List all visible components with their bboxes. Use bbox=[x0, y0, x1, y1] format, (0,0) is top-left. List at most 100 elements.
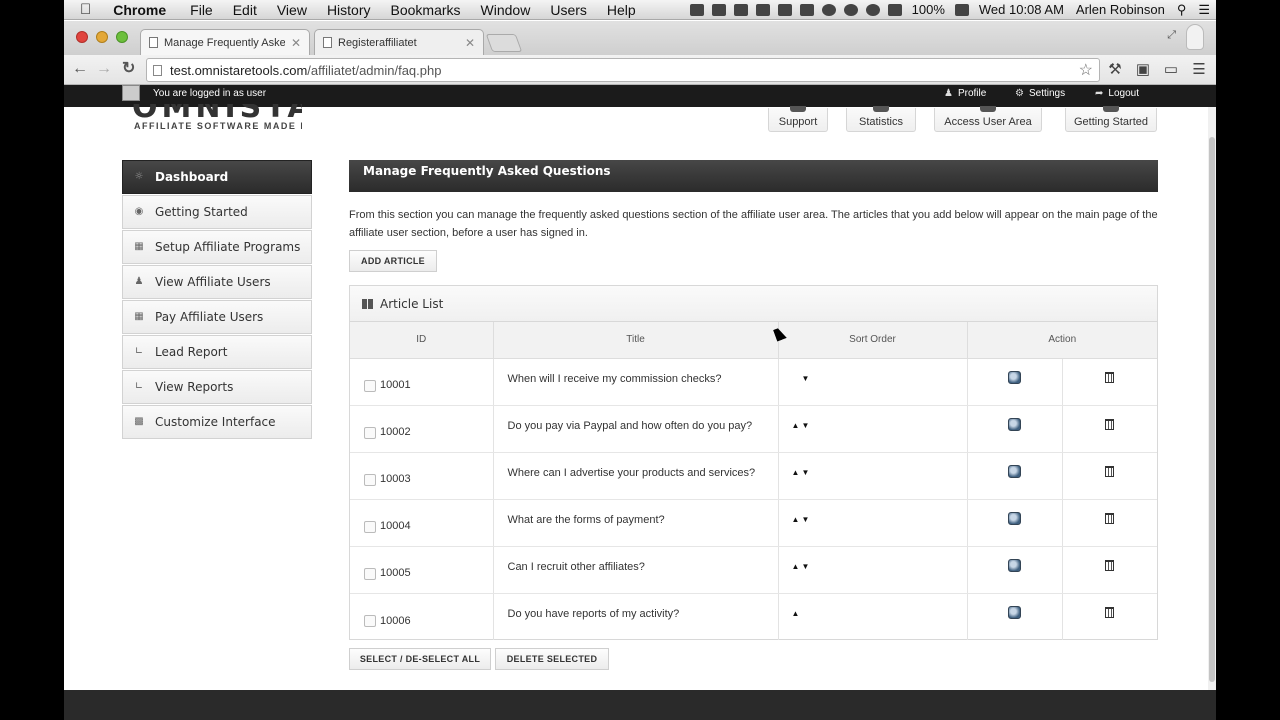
bookmark-star-icon[interactable]: ☆ bbox=[1079, 60, 1093, 80]
edit-icon[interactable] bbox=[1008, 464, 1021, 478]
move-up-icon[interactable]: ▲ bbox=[792, 515, 802, 524]
column-header-sort-order[interactable]: Sort Order bbox=[778, 322, 968, 359]
time-machine-icon[interactable] bbox=[821, 3, 836, 16]
settings-link[interactable]: ⚙ Settings bbox=[1015, 88, 1065, 99]
sync-icon[interactable] bbox=[799, 3, 814, 16]
profile-link[interactable]: ♟ Profile bbox=[944, 88, 986, 99]
move-down-icon[interactable]: ▼ bbox=[802, 374, 812, 383]
move-up-icon[interactable]: ▲ bbox=[792, 468, 802, 477]
apple-menu-icon[interactable]:  bbox=[64, 0, 103, 20]
trash-icon[interactable] bbox=[1105, 606, 1115, 618]
move-down-icon[interactable]: ▼ bbox=[802, 421, 812, 430]
address-bar[interactable]: test.omnistaretools.com/affiliatet/admin… bbox=[146, 58, 1100, 82]
wrench-icon[interactable]: ⚒ bbox=[1106, 61, 1124, 79]
sidebar-item-dashboard[interactable]: ☼ Dashboard bbox=[122, 160, 312, 194]
trash-icon[interactable] bbox=[1105, 512, 1115, 524]
sidebar-item-lead-report[interactable]: ∟ Lead Report bbox=[122, 335, 312, 369]
row-checkbox[interactable] bbox=[364, 614, 376, 627]
edit-icon[interactable] bbox=[1008, 558, 1021, 572]
window-zoom-button[interactable] bbox=[116, 31, 128, 43]
menu-app-name[interactable]: Chrome bbox=[103, 0, 180, 20]
move-up-icon[interactable]: ▲ bbox=[792, 562, 802, 571]
select-deselect-all-button[interactable]: SELECT / DE-SELECT ALL bbox=[349, 648, 491, 670]
menu-bookmarks[interactable]: Bookmarks bbox=[381, 0, 471, 20]
bluetooth-icon[interactable] bbox=[843, 3, 858, 16]
row-checkbox[interactable] bbox=[364, 567, 376, 580]
window-minimize-button[interactable] bbox=[96, 31, 108, 43]
support-button[interactable]: Support bbox=[768, 106, 828, 132]
edit-icon[interactable] bbox=[1008, 417, 1021, 431]
fullscreen-icon[interactable]: ⤢ bbox=[1167, 29, 1176, 42]
add-article-button[interactable]: ADD ARTICLE bbox=[349, 250, 437, 272]
trash-icon[interactable] bbox=[1105, 418, 1115, 430]
article-title[interactable]: Do you have reports of my activity? bbox=[493, 593, 779, 640]
evernote-icon[interactable] bbox=[755, 3, 770, 16]
move-up-icon[interactable]: ▲ bbox=[792, 421, 802, 430]
tab-manage-faq[interactable]: Manage Frequently Asked ✕ bbox=[140, 29, 310, 55]
move-down-icon[interactable]: ▼ bbox=[802, 515, 812, 524]
column-header-id[interactable]: ID bbox=[350, 322, 494, 359]
article-title[interactable]: When will I receive my commission checks… bbox=[493, 358, 779, 406]
row-checkbox[interactable] bbox=[364, 426, 376, 439]
dropbox-icon[interactable] bbox=[689, 3, 704, 16]
sidebar-item-view-affiliate-users[interactable]: ♟ View Affiliate Users bbox=[122, 265, 312, 299]
sidebar-item-setup-affiliate-programs[interactable]: ▦ Setup Affiliate Programs bbox=[122, 230, 312, 264]
tab-close-icon[interactable]: ✕ bbox=[291, 36, 301, 50]
getting-started-button[interactable]: Getting Started bbox=[1065, 106, 1157, 132]
menu-edit[interactable]: Edit bbox=[223, 0, 267, 20]
sidebar-item-customize-interface[interactable]: ▩ Customize Interface bbox=[122, 405, 312, 439]
battery-icon[interactable] bbox=[954, 3, 969, 16]
forward-arrow-icon[interactable]: → bbox=[96, 59, 112, 79]
menubar-clock[interactable]: Wed 10:08 AM bbox=[973, 2, 1070, 17]
edit-icon[interactable] bbox=[1008, 605, 1021, 619]
menu-users[interactable]: Users bbox=[540, 0, 597, 20]
edit-icon[interactable] bbox=[1008, 511, 1021, 525]
profile-avatar-icon[interactable] bbox=[1186, 24, 1204, 50]
omnistar-logo[interactable]: OMNISTAR AFFILIATE SOFTWARE MADE EASY bbox=[132, 104, 302, 134]
spotlight-icon[interactable]: ⚲ bbox=[1171, 2, 1193, 18]
move-down-icon[interactable]: ▼ bbox=[802, 468, 812, 477]
column-header-title[interactable]: Title bbox=[493, 322, 779, 359]
trash-icon[interactable] bbox=[1105, 371, 1115, 383]
sidebar-item-pay-affiliate-users[interactable]: ▦ Pay Affiliate Users bbox=[122, 300, 312, 334]
tab-close-icon[interactable]: ✕ bbox=[465, 36, 475, 50]
trash-icon[interactable] bbox=[1105, 465, 1115, 477]
wifi-icon[interactable] bbox=[865, 3, 880, 16]
access-user-area-button[interactable]: Access User Area bbox=[934, 106, 1042, 132]
article-title[interactable]: What are the forms of payment? bbox=[493, 499, 779, 547]
menu-help[interactable]: Help bbox=[597, 0, 646, 20]
extension-icon[interactable]: ▣ bbox=[1134, 61, 1152, 79]
menu-icon[interactable]: ☰ bbox=[1190, 61, 1208, 79]
article-title[interactable]: Do you pay via Paypal and how often do y… bbox=[493, 405, 779, 453]
cloud-icon[interactable] bbox=[733, 3, 748, 16]
article-title[interactable]: Can I recruit other affiliates? bbox=[493, 546, 779, 594]
shield-icon[interactable] bbox=[777, 3, 792, 16]
row-checkbox[interactable] bbox=[364, 520, 376, 533]
row-checkbox[interactable] bbox=[364, 473, 376, 486]
row-checkbox[interactable] bbox=[364, 379, 376, 392]
article-title[interactable]: Where can I advertise your products and … bbox=[493, 452, 779, 500]
menubar-user[interactable]: Arlen Robinson bbox=[1070, 2, 1171, 17]
move-down-icon[interactable]: ▼ bbox=[802, 562, 812, 571]
volume-icon[interactable] bbox=[887, 3, 902, 16]
menu-view[interactable]: View bbox=[267, 0, 317, 20]
menu-file[interactable]: File bbox=[180, 0, 223, 20]
logout-link[interactable]: ➦ Logout bbox=[1095, 88, 1139, 99]
window-icon[interactable] bbox=[711, 3, 726, 16]
edit-icon[interactable] bbox=[1008, 370, 1021, 384]
tab-registeraffiliatet[interactable]: Registeraffiliatet ✕ bbox=[314, 29, 484, 55]
notification-center-icon[interactable]: ☰ bbox=[1192, 2, 1216, 18]
window-close-button[interactable] bbox=[76, 31, 88, 43]
menu-history[interactable]: History bbox=[317, 0, 381, 20]
window-icon[interactable]: ▭ bbox=[1162, 61, 1180, 79]
trash-icon[interactable] bbox=[1105, 559, 1115, 571]
sidebar-item-getting-started[interactable]: ◉ Getting Started bbox=[122, 195, 312, 229]
delete-selected-button[interactable]: DELETE SELECTED bbox=[495, 648, 609, 670]
page-scrollbar[interactable] bbox=[1208, 107, 1216, 690]
back-arrow-icon[interactable]: ← bbox=[72, 59, 88, 79]
sidebar-item-view-reports[interactable]: ∟ View Reports bbox=[122, 370, 312, 404]
new-tab-button[interactable] bbox=[485, 34, 523, 52]
statistics-button[interactable]: Statistics bbox=[846, 106, 916, 132]
reload-icon[interactable]: ↻ bbox=[122, 59, 135, 79]
menu-window[interactable]: Window bbox=[471, 0, 541, 20]
